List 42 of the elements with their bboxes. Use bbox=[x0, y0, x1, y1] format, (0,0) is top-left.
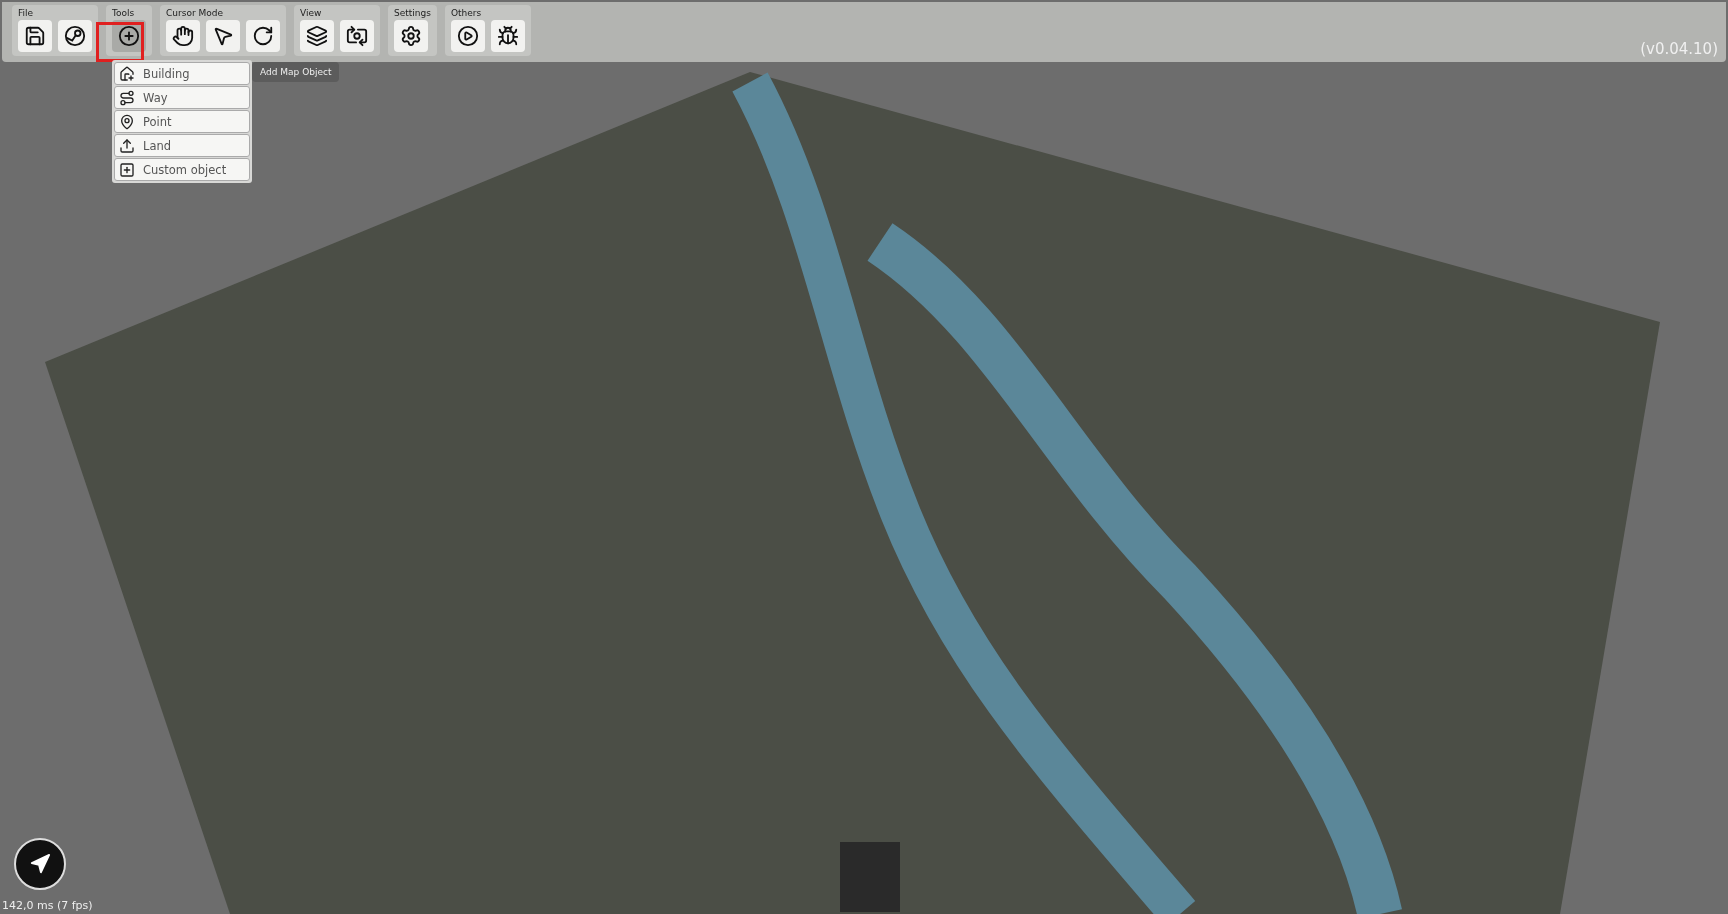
navigation-arrow-icon bbox=[29, 853, 51, 875]
menu-item[interactable]: Point bbox=[114, 110, 250, 133]
bug-icon bbox=[496, 25, 519, 47]
layers-icon bbox=[306, 25, 328, 47]
group-label: Others bbox=[450, 8, 483, 18]
compass-button[interactable] bbox=[14, 838, 66, 890]
menu-item[interactable]: Land bbox=[114, 134, 250, 157]
group-label: Cursor Mode bbox=[166, 8, 224, 18]
building-icon bbox=[119, 65, 135, 82]
square-plus-icon bbox=[119, 161, 135, 178]
layers-button[interactable] bbox=[300, 20, 334, 52]
group-label: View bbox=[300, 8, 323, 18]
add-icon bbox=[118, 25, 140, 47]
menu-item[interactable]: Way bbox=[114, 86, 250, 109]
steam-logo-icon bbox=[64, 25, 86, 47]
settings-icon bbox=[400, 25, 422, 47]
menu-item[interactable]: Custom object bbox=[114, 158, 250, 181]
tooltip: Add Map Object bbox=[252, 62, 340, 82]
way-icon bbox=[119, 89, 135, 106]
pointer-mode-button[interactable] bbox=[206, 20, 240, 52]
hand-icon bbox=[172, 25, 194, 47]
save-icon bbox=[24, 25, 46, 47]
version-label: (v0.04.10) bbox=[1640, 40, 1718, 58]
group-label: Settings bbox=[394, 8, 431, 18]
frame-time-label: 142,0 ms (7 fps) bbox=[2, 899, 93, 912]
camera-icon bbox=[346, 25, 368, 47]
pointer-icon bbox=[212, 25, 234, 47]
group-label: File bbox=[18, 8, 35, 18]
camera-button[interactable] bbox=[340, 20, 374, 52]
save-button[interactable] bbox=[18, 20, 52, 52]
play-button[interactable] bbox=[450, 20, 485, 52]
pin-icon bbox=[119, 113, 135, 130]
rotate-mode-button[interactable] bbox=[246, 20, 280, 52]
group-label: Tools bbox=[112, 8, 136, 18]
play-icon bbox=[456, 25, 479, 47]
rotate-icon bbox=[252, 25, 274, 47]
debug-button[interactable] bbox=[490, 20, 525, 52]
upload-icon bbox=[119, 137, 135, 154]
hand-mode-button[interactable] bbox=[166, 20, 200, 52]
steam-button[interactable] bbox=[58, 20, 92, 52]
settings-button[interactable] bbox=[394, 20, 428, 52]
menu-item[interactable]: Building bbox=[114, 62, 250, 85]
